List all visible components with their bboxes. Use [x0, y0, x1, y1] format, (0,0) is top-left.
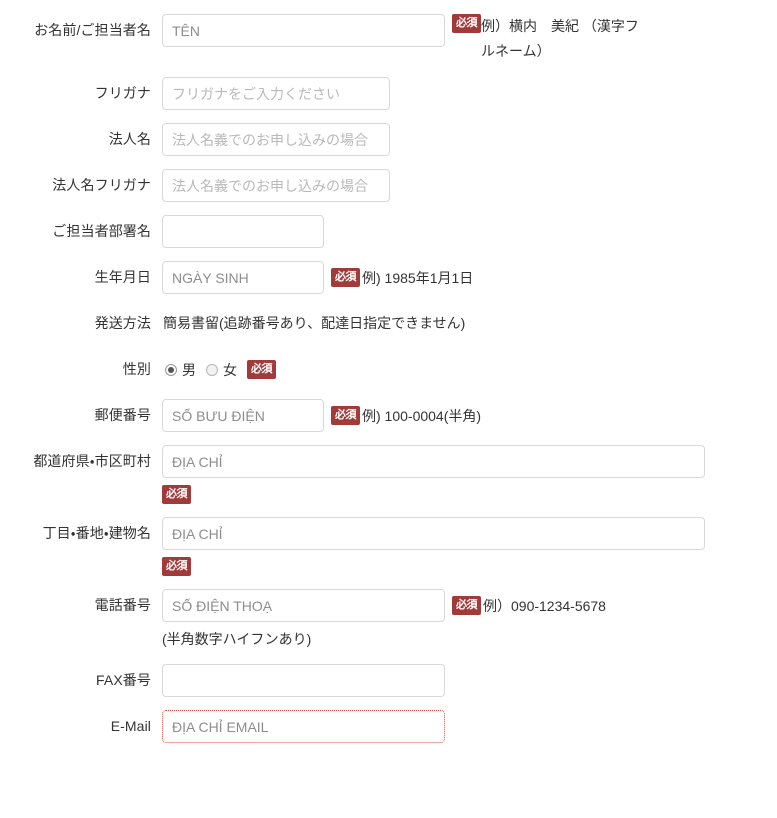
- corp-furigana-input[interactable]: [162, 169, 390, 202]
- field-email: [162, 710, 777, 743]
- postal-code-input[interactable]: [162, 399, 324, 432]
- field-name: 必須 例）横内 美紀 （漢字フルネーム）: [162, 14, 777, 64]
- gender-option-female[interactable]: 女: [206, 360, 237, 380]
- form-row-street-building: 丁目・番地・建物名 必須: [0, 517, 777, 576]
- name-input[interactable]: [162, 14, 445, 47]
- form-row-department: ご担当者部署名: [0, 215, 777, 248]
- radio-selected-icon[interactable]: [165, 363, 177, 376]
- required-badge-gender: 必須: [247, 360, 276, 379]
- field-gender: 男 女 必須: [162, 353, 777, 386]
- field-corp-name: [162, 123, 777, 156]
- required-badge-street-building: 必須: [162, 557, 191, 576]
- birthdate-input[interactable]: [162, 261, 324, 294]
- form-row-gender: 性別 男 女 必須: [0, 353, 777, 386]
- form-row-birthdate: 生年月日 必須 例) 1985年1月1日: [0, 261, 777, 294]
- gender-radio-group: 男 女 必須: [162, 353, 777, 386]
- required-badge-name: 必須: [452, 14, 481, 33]
- form-row-postal-code: 郵便番号 必須 例) 100-0004(半角): [0, 399, 777, 432]
- label-street-building: 丁目・番地・建物名: [42, 525, 151, 541]
- radio-unselected-icon[interactable]: [206, 363, 218, 376]
- form-row-telephone: 電話番号 必須 例）090-1234-5678 (半角数字ハイフンあり): [0, 589, 777, 651]
- telephone-note: (半角数字ハイフンあり): [162, 631, 312, 647]
- field-furigana: [162, 77, 777, 110]
- gender-option-male-label: 男: [182, 361, 196, 378]
- form-row-prefecture-city: 都道府県・市区町村 必須: [0, 445, 777, 504]
- postal-code-example-text: 例) 100-0004(半角): [362, 407, 482, 424]
- field-street-building: 必須: [162, 517, 777, 576]
- form-row-corp-furigana: 法人名フリガナ: [0, 169, 777, 202]
- field-corp-furigana: [162, 169, 777, 202]
- label-corp-name: 法人名: [108, 131, 151, 147]
- label-email: E-Mail: [110, 718, 151, 734]
- gender-option-male[interactable]: 男: [165, 360, 196, 380]
- form-row-fax: FAX番号: [0, 664, 777, 697]
- required-badge-prefecture-city: 必須: [162, 485, 191, 504]
- label-gender: 性別: [122, 361, 151, 377]
- label-prefecture-city: 都道府県・市区町村: [33, 453, 151, 469]
- corp-name-input[interactable]: [162, 123, 390, 156]
- field-telephone: 必須 例）090-1234-5678 (半角数字ハイフンあり): [162, 589, 777, 651]
- street-building-input[interactable]: [162, 517, 705, 550]
- label-furigana: フリガナ: [94, 85, 151, 101]
- shipping-method-value: 簡易書留(追跡番号あり、配達日指定できません): [163, 315, 466, 331]
- form-row-shipping-method: 発送方法 簡易書留(追跡番号あり、配達日指定できません): [0, 307, 777, 340]
- field-department: [162, 215, 777, 248]
- field-prefecture-city: 必須: [162, 445, 777, 504]
- form-row-email: E-Mail: [0, 710, 777, 743]
- application-form: お名前/ご担当者名 必須 例）横内 美紀 （漢字フルネーム） フリガナ 法人名 …: [0, 0, 777, 743]
- label-birthdate: 生年月日: [94, 269, 151, 285]
- required-badge-birthdate: 必須: [331, 268, 360, 287]
- fax-input[interactable]: [162, 664, 445, 697]
- field-shipping-method: 簡易書留(追跡番号あり、配達日指定できません): [162, 307, 777, 340]
- form-row-furigana: フリガナ: [0, 77, 777, 110]
- label-corp-furigana: 法人名フリガナ: [52, 177, 151, 193]
- name-example-text: 例）横内 美紀 （漢字フルネーム）: [481, 18, 639, 59]
- form-row-name: お名前/ご担当者名 必須 例）横内 美紀 （漢字フルネーム）: [0, 14, 777, 64]
- prefecture-city-input[interactable]: [162, 445, 705, 478]
- label-fax: FAX番号: [96, 672, 151, 688]
- label-name: お名前/ご担当者名: [34, 22, 151, 38]
- field-postal-code: 必須 例) 100-0004(半角): [162, 399, 777, 432]
- department-input[interactable]: [162, 215, 324, 248]
- form-row-corp-name: 法人名: [0, 123, 777, 156]
- telephone-example-text: 例）090-1234-5678: [483, 597, 606, 614]
- required-badge-postal-code: 必須: [331, 406, 360, 425]
- furigana-input[interactable]: [162, 77, 390, 110]
- label-postal-code: 郵便番号: [94, 407, 151, 423]
- label-telephone: 電話番号: [94, 597, 151, 613]
- gender-option-female-label: 女: [223, 361, 237, 378]
- label-department: ご担当者部署名: [52, 223, 151, 239]
- birthdate-example-text: 例) 1985年1月1日: [362, 269, 474, 286]
- label-shipping-method: 発送方法: [94, 315, 151, 331]
- email-input[interactable]: [162, 710, 445, 743]
- telephone-input[interactable]: [162, 589, 445, 622]
- field-fax: [162, 664, 777, 697]
- required-badge-telephone: 必須: [452, 596, 481, 615]
- field-birthdate: 必須 例) 1985年1月1日: [162, 261, 777, 294]
